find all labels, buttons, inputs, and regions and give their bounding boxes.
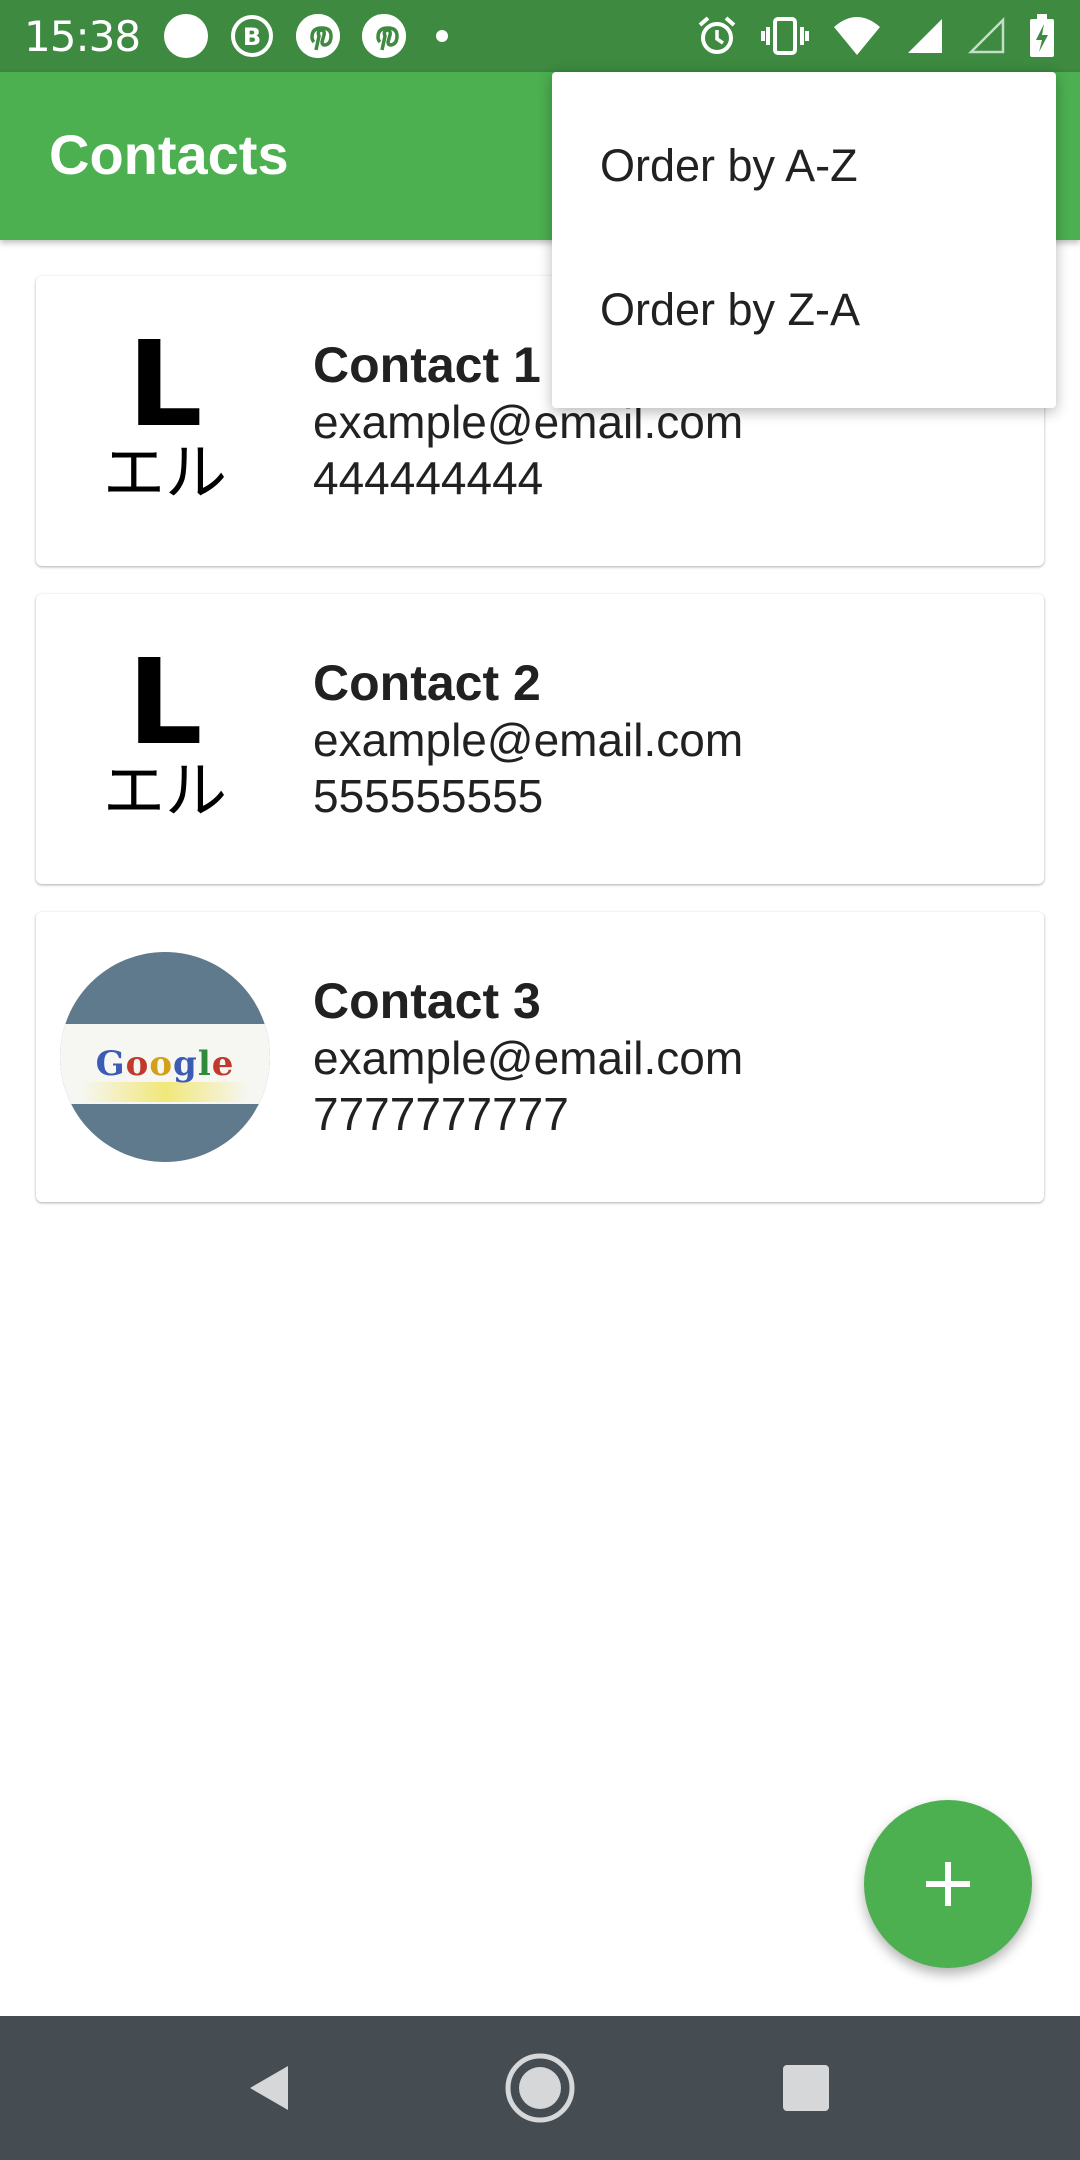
contact-phone: 7777777777 <box>313 1088 569 1140</box>
notification-icons: B <box>164 14 449 58</box>
avatar: L エル <box>60 316 270 526</box>
avatar: Google <box>60 952 270 1162</box>
recents-icon <box>783 2065 829 2111</box>
home-button[interactable] <box>504 2052 576 2124</box>
contact-phone: 555555555 <box>313 770 544 822</box>
signal-empty-icon <box>967 16 1005 54</box>
avatar-letter: L <box>127 315 203 453</box>
add-contact-button[interactable] <box>864 1800 1032 1968</box>
contact-name: Contact 3 <box>313 973 541 1029</box>
avatar-letter: L <box>127 633 203 771</box>
home-icon <box>505 2053 575 2123</box>
whatsapp-icon <box>164 14 209 58</box>
battery-charging-icon <box>1030 14 1054 57</box>
page-title: Contacts <box>49 123 289 186</box>
navigation-bar <box>0 2016 1080 2160</box>
avatar-image: Google <box>60 952 270 1162</box>
avatar: L エル <box>60 634 270 844</box>
b-icon-letter: B <box>243 23 261 51</box>
alarm-icon <box>698 16 736 54</box>
contact-info: Contact 2 example@email.com 555555555 <box>313 654 743 824</box>
contact-card[interactable]: Google Contact 3 example@email.com 77777… <box>36 912 1044 1202</box>
system-icons <box>696 14 1056 58</box>
contact-email: example@email.com <box>313 1032 744 1084</box>
contact-email: example@email.com <box>313 714 744 766</box>
wifi-icon <box>834 17 880 55</box>
contact-phone: 444444444 <box>313 452 544 504</box>
avatar-kana: エル <box>102 754 227 827</box>
vibrate-icon <box>761 17 809 55</box>
b-icon: B <box>230 14 274 58</box>
recents-button[interactable] <box>770 2052 842 2124</box>
status-time: 15:38 <box>24 11 141 61</box>
contact-name: Contact 2 <box>313 655 541 711</box>
pinterest-icon <box>362 14 407 58</box>
sort-menu: Order by A-Z Order by Z-A <box>552 72 1056 408</box>
menu-item-order-az[interactable]: Order by A-Z <box>600 140 858 192</box>
more-notifications-dot-icon <box>436 30 449 42</box>
back-icon <box>250 2066 288 2110</box>
pinterest-icon <box>296 14 341 58</box>
menu-item-order-za[interactable]: Order by Z-A <box>600 284 860 336</box>
contact-card[interactable]: L エル Contact 2 example@email.com 5555555… <box>36 594 1044 884</box>
status-bar: 15:38 B <box>0 0 1080 72</box>
avatar-kana: エル <box>102 436 227 509</box>
signal-icon <box>908 19 942 53</box>
contact-info: Contact 3 example@email.com 7777777777 <box>313 972 743 1142</box>
back-button[interactable] <box>234 2052 306 2124</box>
google-logo: Google <box>95 1044 235 1084</box>
plus-icon <box>926 1862 970 1906</box>
